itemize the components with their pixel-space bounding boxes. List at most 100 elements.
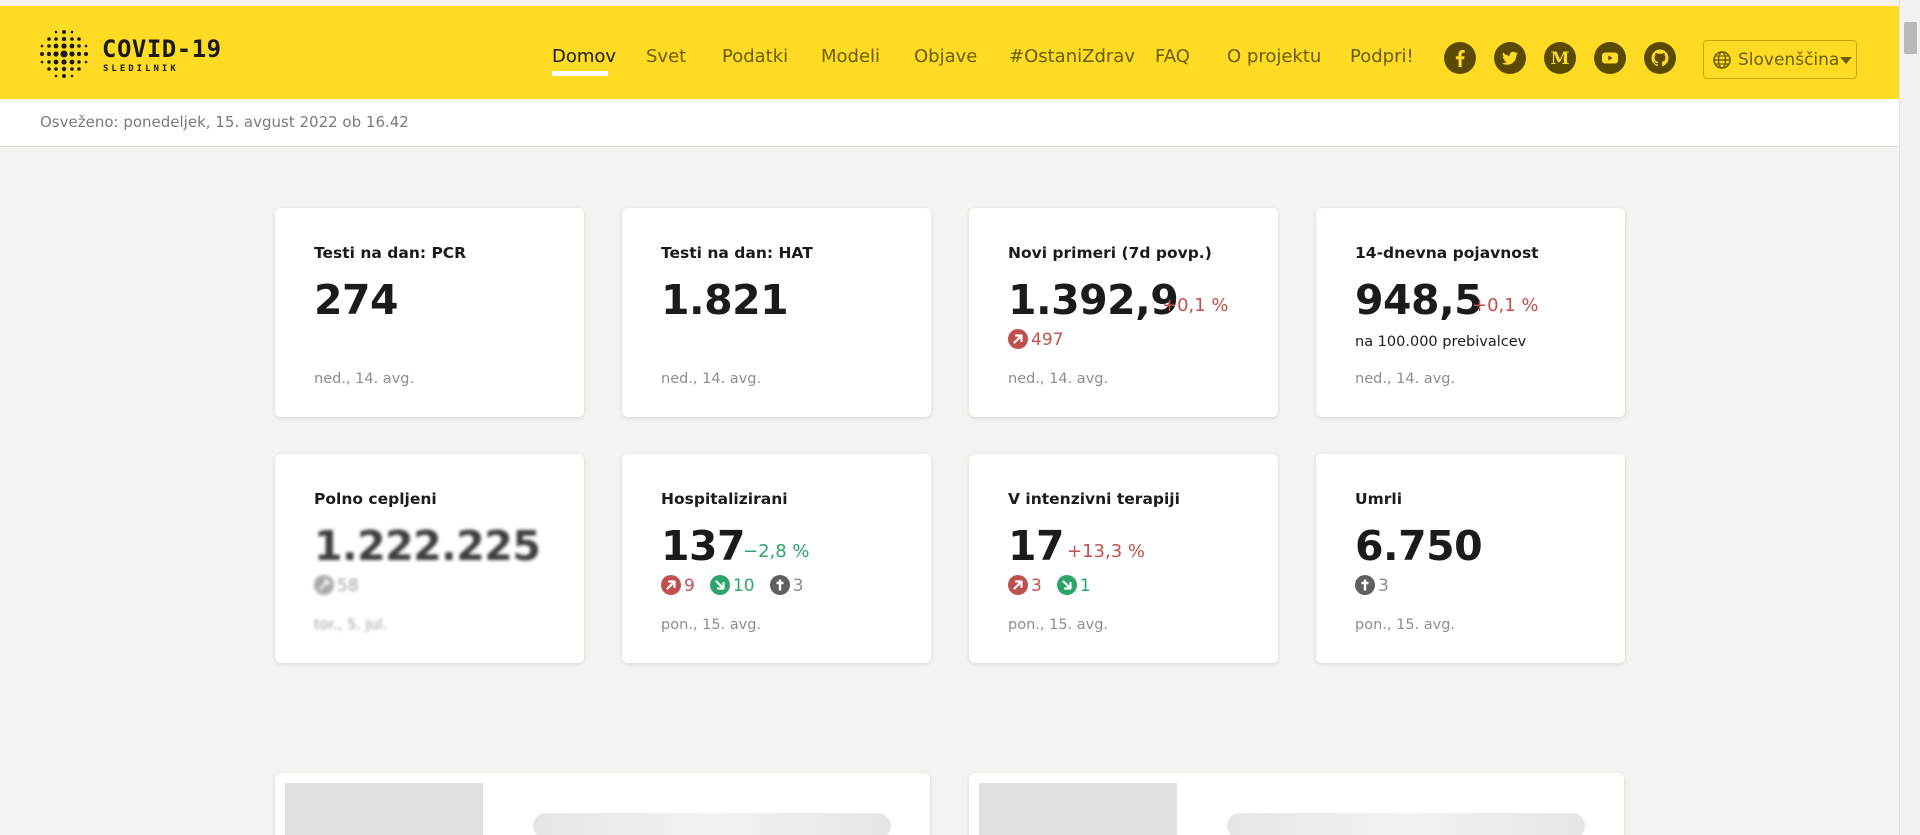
stat-deceased: 3 xyxy=(1355,575,1389,596)
card-subtitle: na 100.000 prebivalcev xyxy=(1355,334,1527,350)
nav-active-indicator xyxy=(552,71,608,76)
brand-subtitle: SLEDILNIK xyxy=(103,64,179,74)
card-value: 6.750 xyxy=(1355,522,1483,570)
card-fully-vaccinated[interactable]: Polno cepljeni 1.222.225 58 tor., 5. jul… xyxy=(275,454,584,663)
nav-objave[interactable]: Objave xyxy=(914,46,977,67)
twitter-icon[interactable] xyxy=(1494,42,1526,74)
card-delta: −2,8 % xyxy=(743,541,810,562)
logo-icon[interactable] xyxy=(38,28,90,80)
card-title: Polno cepljeni xyxy=(314,490,437,508)
card-title: Testi na dan: PCR xyxy=(314,244,467,262)
youtube-icon[interactable] xyxy=(1594,42,1626,74)
stat-admitted: 9 xyxy=(661,575,695,596)
stat-increase: 497 xyxy=(1008,329,1063,350)
stat-deceased: 3 xyxy=(769,575,804,596)
arrow-up-right-icon xyxy=(661,575,681,595)
nav-modeli[interactable]: Modeli xyxy=(821,46,880,67)
card-pcr-tests[interactable]: Testi na dan: PCR 274 ned., 14. avg. xyxy=(275,208,584,417)
card-date: ned., 14. avg. xyxy=(314,371,415,387)
card-title: Umrli xyxy=(1355,490,1403,508)
card-value: 137 xyxy=(661,522,746,570)
card-date: pon., 15. avg. xyxy=(1355,617,1456,633)
syringe-icon xyxy=(314,575,334,595)
card-hospitalized[interactable]: Hospitalizirani 137 −2,8 % 9 10 3 pon., … xyxy=(622,454,931,663)
stat-discharged-value: 1 xyxy=(1079,576,1091,596)
arrow-down-right-icon xyxy=(1056,575,1077,595)
card-title: 14-dnevna pojavnost xyxy=(1355,244,1539,262)
card-stats: 3 1 xyxy=(1008,575,1101,599)
card-value: 17 xyxy=(1008,522,1065,570)
card-hat-tests[interactable]: Testi na dan: HAT 1.821 ned., 14. avg. xyxy=(622,208,931,417)
stat-vaccinated-value: 58 xyxy=(337,576,359,596)
vertical-scrollbar[interactable] xyxy=(1899,0,1920,835)
navbar: COVID-19 SLEDILNIK Domov Svet Podatki Mo… xyxy=(0,6,1899,99)
card-incidence[interactable]: 14-dnevna pojavnost 948,5 +0,1 % na 100.… xyxy=(1316,208,1625,417)
language-select[interactable]: Slovenščina xyxy=(1703,40,1857,79)
github-icon[interactable] xyxy=(1644,42,1676,74)
card-value: 1.821 xyxy=(661,276,789,324)
cross-icon xyxy=(1355,575,1375,595)
arrow-down-right-icon xyxy=(709,575,730,595)
loading-text-placeholder xyxy=(1227,813,1585,835)
nav-faq[interactable]: FAQ xyxy=(1155,46,1190,67)
stat-deceased-value: 3 xyxy=(1378,576,1389,596)
card-date: tor., 5. jul. xyxy=(314,617,388,633)
cross-icon xyxy=(769,575,790,595)
card-stats: 58 xyxy=(314,575,369,599)
card-title: V intenzivni terapiji xyxy=(1008,490,1180,508)
stat-admitted: 3 xyxy=(1008,575,1042,596)
card-stats: 9 10 3 xyxy=(661,575,813,599)
globe-icon xyxy=(1713,51,1731,69)
updated-timestamp: Osveženo: ponedeljek, 15. avgust 2022 ob… xyxy=(40,113,409,131)
card-delta: +0,1 % xyxy=(1472,295,1539,316)
card-delta: +13,3 % xyxy=(1067,541,1145,562)
arrow-up-right-icon xyxy=(1008,329,1028,349)
card-title: Hospitalizirani xyxy=(661,490,788,508)
chevron-down-icon xyxy=(1840,57,1852,64)
card-new-cases[interactable]: Novi primeri (7d povp.) 1.392,9 +0,1 % 4… xyxy=(969,208,1278,417)
nav-podpri[interactable]: Podpri! xyxy=(1350,46,1414,67)
loading-image-placeholder xyxy=(979,783,1177,835)
brand-title[interactable]: COVID-19 xyxy=(102,35,222,63)
loading-text-placeholder xyxy=(533,813,891,835)
nav-podatki[interactable]: Podatki xyxy=(722,46,788,67)
stat-admitted-value: 9 xyxy=(684,576,695,596)
loading-card xyxy=(969,773,1624,835)
card-title: Novi primeri (7d povp.) xyxy=(1008,244,1212,262)
loading-image-placeholder xyxy=(285,783,483,835)
card-date: pon., 15. avg. xyxy=(661,617,762,633)
card-icu[interactable]: V intenzivni terapiji 17 +13,3 % 3 1 pon… xyxy=(969,454,1278,663)
svg-text:M: M xyxy=(1551,49,1570,69)
card-value: 948,5 xyxy=(1355,276,1483,324)
card-deaths[interactable]: Umrli 6.750 3 pon., 15. avg. xyxy=(1316,454,1625,663)
card-value: 274 xyxy=(314,276,399,324)
stat-discharged-value: 10 xyxy=(732,576,755,596)
card-date: pon., 15. avg. xyxy=(1008,617,1109,633)
nav-svet[interactable]: Svet xyxy=(646,46,686,67)
medium-icon[interactable]: M xyxy=(1544,42,1576,74)
card-stats: 497 xyxy=(1008,329,1073,353)
card-delta: +0,1 % xyxy=(1162,295,1229,316)
card-date: ned., 14. avg. xyxy=(1008,371,1109,387)
card-date: ned., 14. avg. xyxy=(661,371,762,387)
updated-bar: Osveženo: ponedeljek, 15. avgust 2022 ob… xyxy=(0,99,1899,147)
nav-o-projektu[interactable]: O projektu xyxy=(1227,46,1321,67)
card-value: 1.222.225 xyxy=(314,522,541,570)
card-stats: 3 xyxy=(1355,575,1399,599)
card-date: ned., 14. avg. xyxy=(1355,371,1456,387)
loading-card xyxy=(275,773,930,835)
scrollbar-thumb[interactable] xyxy=(1904,22,1917,54)
nav-domov[interactable]: Domov xyxy=(552,46,616,67)
nav-ostanizdrav[interactable]: #OstaniZdrav xyxy=(1009,46,1135,67)
language-label: Slovenščina xyxy=(1738,50,1840,70)
stat-admitted-value: 3 xyxy=(1031,576,1042,596)
card-title: Testi na dan: HAT xyxy=(661,244,813,262)
facebook-icon[interactable] xyxy=(1444,42,1476,74)
stat-increase-value: 497 xyxy=(1031,330,1064,350)
card-value: 1.392,9 xyxy=(1008,276,1179,324)
stat-discharged: 10 xyxy=(709,575,755,596)
arrow-up-right-icon xyxy=(1008,575,1028,595)
stat-discharged: 1 xyxy=(1056,575,1091,596)
stat-vaccinated: 58 xyxy=(314,575,359,596)
stat-deceased-value: 3 xyxy=(792,576,804,596)
